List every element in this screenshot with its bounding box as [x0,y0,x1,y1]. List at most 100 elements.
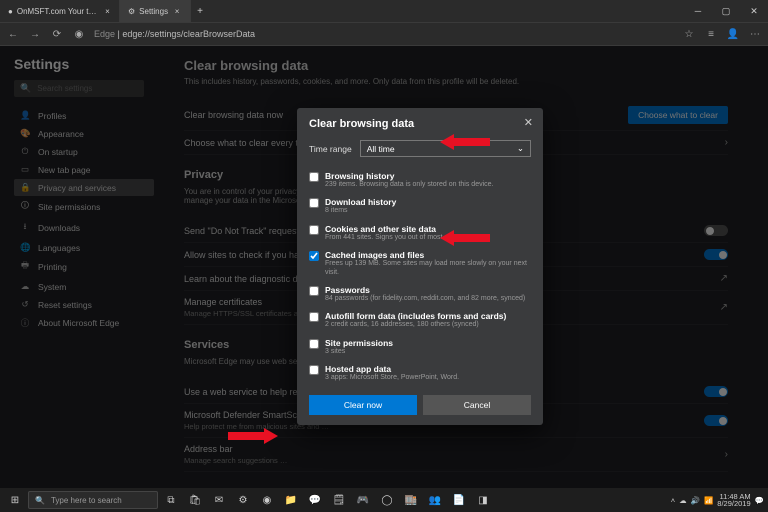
taskbar-app[interactable]: ◨ [472,489,494,511]
option-checkbox[interactable] [309,365,319,375]
option-title: Site permissions [325,338,393,348]
settings-search[interactable]: 🔍 [14,80,144,97]
favorites-list-button[interactable]: ≡ [704,27,718,41]
option-checkbox[interactable] [309,286,319,296]
close-icon[interactable]: × [104,7,111,16]
taskbar-app[interactable]: 📄 [448,489,470,511]
clock[interactable]: 11:48 AM 8/29/2019 [717,493,750,508]
smartscreen-toggle[interactable] [704,415,728,426]
taskbar-app[interactable]: 💬 [304,489,326,511]
option-checkbox[interactable] [309,339,319,349]
option-title: Passwords [325,285,525,295]
option-cached-images-and-files[interactable]: Cached images and filesFrees up 139 MB. … [309,246,531,281]
option-passwords[interactable]: Passwords84 passwords (for fidelity.com,… [309,281,531,307]
taskbar-app[interactable]: ⚙ [232,489,254,511]
sidebar-item-system[interactable]: ☁System [14,278,154,295]
search-icon: 🔍 [35,496,45,505]
sidebar-item-icon: ⏻ [20,146,30,157]
taskbar-app[interactable]: 🛍 [184,489,206,511]
tray-icon[interactable]: ˄ [671,496,675,505]
dnt-toggle[interactable] [704,225,728,236]
search-input[interactable] [37,84,147,93]
sidebar-item-appearance[interactable]: 🎨Appearance [14,125,154,142]
sidebar-item-profiles[interactable]: 👤Profiles [14,107,154,124]
new-tab-button[interactable]: + [191,6,209,17]
taskbar-app[interactable]: ◉ [256,489,278,511]
close-button[interactable]: ✕ [740,0,768,22]
tab-onmsft[interactable]: ● OnMSFT.com Your top source f… × [0,0,120,22]
dialog-buttons: Clear now Cancel [309,395,531,415]
sidebar-item-icon: 👤 [20,110,30,121]
task-view-button[interactable]: ⧉ [160,489,182,511]
annotation-arrow-bottom [228,426,278,446]
url-field[interactable]: Edge | edge://settings/clearBrowserData [94,29,674,39]
option-checkbox[interactable] [309,225,319,235]
sidebar-item-privacy-and-services[interactable]: 🔒Privacy and services [14,179,154,196]
web-service-toggle[interactable] [704,386,728,397]
sidebar-item-languages[interactable]: 🌐Languages [14,239,154,256]
taskbar-search[interactable]: 🔍 Type here to search [28,491,158,509]
sidebar-item-label: Languages [38,243,80,253]
taskbar-app[interactable]: 🎮 [352,489,374,511]
option-title: Cached images and files [325,250,531,260]
sidebar-item-label: Downloads [38,223,80,233]
sidebar-item-new-tab-page[interactable]: ▭New tab page [14,161,154,178]
taskbar-app[interactable]: 📁 [280,489,302,511]
taskbar-app[interactable]: 👥 [424,489,446,511]
sidebar-item-icon: 🔒 [20,182,30,193]
taskbar-app[interactable]: ✉ [208,489,230,511]
maximize-button[interactable]: ▢ [712,0,740,22]
sidebar-item-reset-settings[interactable]: ↺Reset settings [14,296,154,313]
option-checkbox[interactable] [309,251,319,261]
choose-what-to-clear-button[interactable]: Choose what to clear [628,106,728,124]
sidebar-item-label: Printing [38,262,67,272]
option-desc: Frees up 139 MB. Some sites may load mor… [325,260,531,277]
tray-icon[interactable]: 📶 [704,496,713,505]
close-icon[interactable]: × [172,7,182,16]
edge-icon: ◉ [72,27,86,41]
sidebar-item-site-permissions[interactable]: 🛈Site permissions [14,197,154,217]
dialog-close-button[interactable]: ✕ [524,116,533,129]
tray-icon[interactable]: ☁ [679,496,687,505]
address-bar: ← → ⟳ ◉ Edge | edge://settings/clearBrow… [0,22,768,46]
option-site-permissions[interactable]: Site permissions3 sites [309,334,531,360]
taskbar-app[interactable]: 🗒 [328,489,350,511]
system-tray[interactable]: ˄ ☁ 🔊 📶 11:48 AM 8/29/2019 💬 [671,493,764,508]
taskbar-app[interactable]: 🏬 [400,489,422,511]
taskbar-app[interactable]: ◯ [376,489,398,511]
start-button[interactable]: ⊞ [4,489,26,511]
favorite-button[interactable]: ☆ [682,27,696,41]
option-title: Hosted app data [325,364,459,374]
sidebar-item-printing[interactable]: 🖶 Printing [14,257,154,277]
dialog-title: Clear browsing data [309,118,531,130]
notifications-button[interactable]: 💬 [755,496,764,505]
clear-browsing-data-dialog: Clear browsing data ✕ Time range All tim… [297,108,543,425]
page-subheading: This includes history, passwords, cookie… [184,77,728,86]
sidebar-item-label: Reset settings [38,300,92,310]
sidebar-item-downloads[interactable]: ⭳Downloads [14,218,154,238]
forward-button[interactable]: → [28,27,42,41]
profile-button[interactable]: 👤 [726,27,740,41]
clear-now-button[interactable]: Clear now [309,395,417,415]
option-checkbox[interactable] [309,312,319,322]
tab-settings[interactable]: ⚙ Settings × [120,0,191,22]
allow-sites-toggle[interactable] [704,249,728,260]
option-autofill-form-data-includes-forms-and-cards-[interactable]: Autofill form data (includes forms and c… [309,307,531,333]
option-browsing-history[interactable]: Browsing history239 items. Browsing data… [309,167,531,193]
tray-icon[interactable]: 🔊 [691,496,700,505]
option-hosted-app-data[interactable]: Hosted app data3 apps: Microsoft Store, … [309,360,531,386]
cancel-button[interactable]: Cancel [423,395,531,415]
sidebar-item-icon: ⓘ [20,317,30,329]
sidebar-item-icon: 🖶 [20,260,30,274]
option-checkbox[interactable] [309,172,319,182]
menu-button[interactable]: ⋯ [748,27,762,41]
back-button[interactable]: ← [6,27,20,41]
option-checkbox[interactable] [309,198,319,208]
sidebar-item-label: System [38,282,66,292]
option-cookies-and-other-site-data[interactable]: Cookies and other site dataFrom 441 site… [309,220,531,246]
sidebar-item-on-startup[interactable]: ⏻On startup [14,143,154,160]
minimize-button[interactable]: ─ [684,0,712,22]
option-download-history[interactable]: Download history8 items [309,193,531,219]
reload-button[interactable]: ⟳ [50,27,64,41]
sidebar-item-about-microsoft-edge[interactable]: ⓘAbout Microsoft Edge [14,314,154,332]
